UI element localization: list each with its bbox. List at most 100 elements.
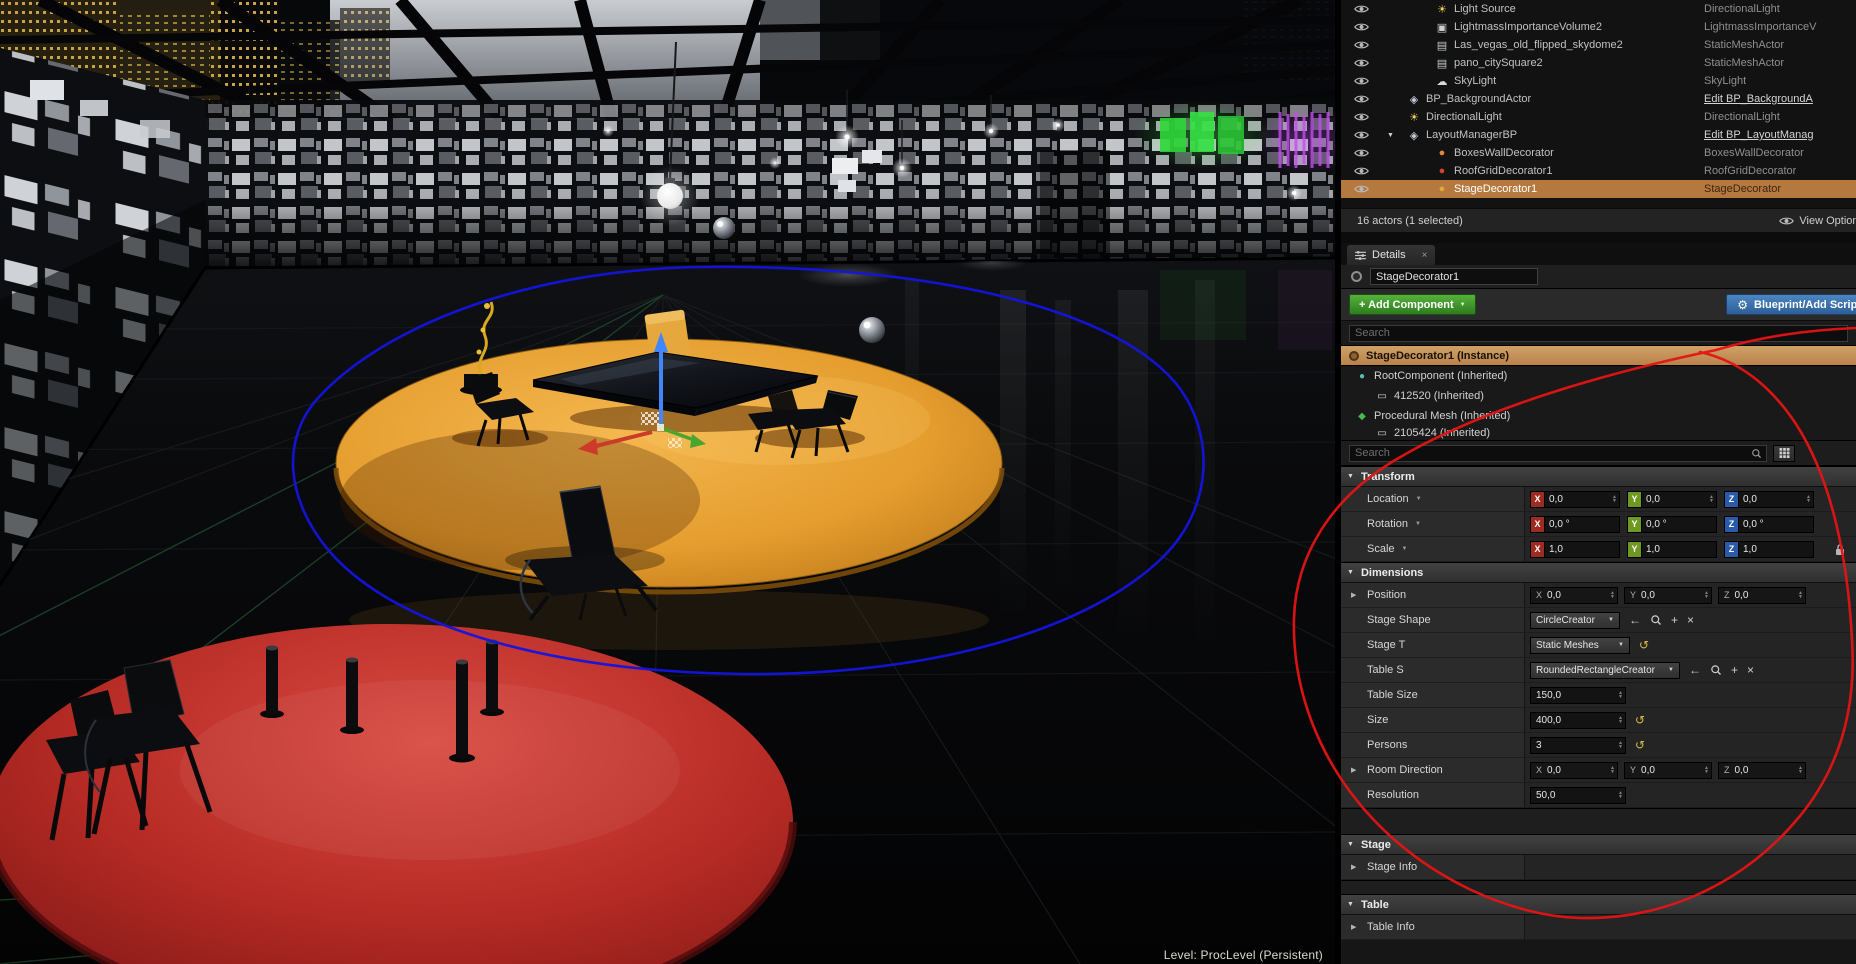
spinner-icon[interactable]: ▲▼ [1618,791,1623,799]
outliner-row-stage-decorator[interactable]: ● StageDecorator1 StageDecorator [1341,180,1856,198]
actor-name[interactable]: pano_citySquare2 [1454,57,1543,69]
add-asset-icon[interactable]: + [1731,663,1738,677]
visibility-eye-icon[interactable] [1354,184,1369,194]
outliner-row-layout-manager[interactable]: ▼ ◈ LayoutManagerBP Edit BP_LayoutManag [1341,126,1856,144]
component-row-root[interactable]: ● RootComponent (Inherited) [1341,366,1856,386]
rotation-z-field[interactable]: 0,0 ° [1738,516,1814,533]
actor-name[interactable]: BP_BackgroundActor [1426,93,1531,105]
visibility-eye-icon[interactable] [1354,40,1369,50]
rotation-x-field[interactable]: 0,0 ° [1544,516,1620,533]
spinner-icon[interactable]: ▲▼ [1798,591,1803,599]
scale-z-field[interactable]: 1,0 [1738,541,1814,558]
close-tab-icon[interactable]: × [1422,250,1428,261]
reset-to-default-icon[interactable]: ↺ [1635,738,1645,752]
stage-shape-dropdown[interactable]: CircleCreator▼ [1530,612,1620,629]
expand-arrow-icon[interactable]: ▶ [1351,766,1356,774]
table-info-label[interactable]: ▶ Table Info [1341,915,1525,939]
visibility-eye-icon[interactable] [1354,76,1369,86]
spinner-icon[interactable]: ▲▼ [1704,766,1709,774]
viewport-3d[interactable]: Level: ProcLevel (Persistent) [0,0,1335,964]
visibility-eye-icon[interactable] [1354,130,1369,140]
visibility-eye-icon[interactable] [1354,58,1369,68]
visibility-eye-icon[interactable] [1354,94,1369,104]
instance-row[interactable]: StageDecorator1 (Instance) [1341,346,1856,366]
component-row-2105424[interactable]: ▭ 2105424 (Inherited) [1341,426,1856,440]
outliner-row-boxes-wall-decorator[interactable]: ● BoxesWallDecorator BoxesWallDecorator [1341,144,1856,162]
edit-blueprint-link[interactable]: Edit BP_BackgroundA [1704,93,1813,105]
location-x-field[interactable]: 0,0▲▼ [1544,491,1620,508]
outliner-row-directional-light[interactable]: ☀ DirectionalLight DirectionalLight [1341,108,1856,126]
outliner-row-skylight[interactable]: ☁ SkyLight SkyLight [1341,72,1856,90]
spinner-icon[interactable]: ▲▼ [1806,495,1811,503]
browse-asset-icon[interactable] [1650,614,1662,626]
lock-icon[interactable] [1835,543,1845,556]
scale-label[interactable]: Scale ▼ [1341,537,1525,561]
use-selected-asset-icon[interactable]: ← [1629,613,1641,627]
persons-field[interactable]: 3▲▼ [1530,737,1626,754]
outliner-row-pano[interactable]: ▤ pano_citySquare2 StaticMeshActor [1341,54,1856,72]
section-header-transform[interactable]: ▼ Transform [1341,466,1856,487]
room-direction-x-field[interactable]: X0,0▲▼ [1530,762,1618,779]
section-header-stage[interactable]: ▼ Stage [1341,834,1856,855]
spinner-icon[interactable]: ▲▼ [1798,766,1803,774]
spinner-icon[interactable]: ▲▼ [1709,495,1714,503]
table-s-dropdown[interactable]: RoundedRectangleCreator▼ [1530,662,1680,679]
actor-name[interactable]: SkyLight [1454,75,1496,87]
actor-name[interactable]: LightmassImportanceVolume2 [1454,21,1602,33]
component-search-input[interactable] [1349,325,1848,342]
position-x-field[interactable]: X0,0▲▼ [1530,587,1618,604]
add-asset-icon[interactable]: + [1671,613,1678,627]
edit-blueprint-link[interactable]: Edit BP_LayoutManag [1704,129,1813,141]
section-header-dimensions[interactable]: ▼ Dimensions [1341,562,1856,583]
expand-arrow-icon[interactable]: ▶ [1351,923,1356,931]
actor-name[interactable]: DirectionalLight [1426,111,1502,123]
visibility-eye-icon[interactable] [1354,22,1369,32]
reset-to-default-icon[interactable]: ↺ [1639,638,1649,652]
location-z-field[interactable]: 0,0▲▼ [1738,491,1814,508]
actor-name-input[interactable] [1370,268,1538,285]
position-label[interactable]: ▶ Position [1341,583,1525,607]
position-y-field[interactable]: Y0,0▲▼ [1624,587,1712,604]
blueprint-add-script-button[interactable]: ⚙ Blueprint/Add Script [1726,294,1856,315]
outliner-row-lightmass-volume[interactable]: ▣ LightmassImportanceVolume2 LightmassIm… [1341,18,1856,36]
rotation-label[interactable]: Rotation ▼ [1341,512,1525,536]
location-label[interactable]: Location ▼ [1341,487,1525,511]
location-y-field[interactable]: 0,0▲▼ [1641,491,1717,508]
outliner-row-light-source[interactable]: ☀ Light Source DirectionalLight [1341,0,1856,18]
visibility-eye-icon[interactable] [1354,166,1369,176]
outliner-row-bp-background[interactable]: ◈ BP_BackgroundActor Edit BP_BackgroundA [1341,90,1856,108]
actor-name[interactable]: Las_vegas_old_flipped_skydome2 [1454,39,1623,51]
actor-name[interactable]: StageDecorator1 [1454,183,1537,195]
resolution-field[interactable]: 50,0▲▼ [1530,787,1626,804]
visibility-eye-icon[interactable] [1354,148,1369,158]
component-row-procedural-mesh[interactable]: ◆ Procedural Mesh (Inherited) [1341,406,1856,426]
visibility-eye-icon[interactable] [1354,4,1369,14]
table-size-field[interactable]: 150,0▲▼ [1530,687,1626,704]
stage-info-label[interactable]: ▶ Stage Info [1341,855,1525,879]
spinner-icon[interactable]: ▲▼ [1610,766,1615,774]
actor-name[interactable]: RoofGridDecorator1 [1454,165,1552,177]
room-direction-z-field[interactable]: Z0,0▲▼ [1718,762,1806,779]
section-header-table[interactable]: ▼ Table [1341,894,1856,915]
actor-name[interactable]: LayoutManagerBP [1426,129,1517,141]
clear-asset-icon[interactable]: × [1747,663,1754,677]
spinner-icon[interactable]: ▲▼ [1610,591,1615,599]
spinner-icon[interactable]: ▲▼ [1704,591,1709,599]
spinner-icon[interactable]: ▲▼ [1618,741,1623,749]
viewport-3d-scene[interactable] [0,0,1335,964]
expand-arrow-icon[interactable]: ▶ [1351,863,1356,871]
outliner-row-roof-grid-decorator[interactable]: ● RoofGridDecorator1 RoofGridDecorator [1341,162,1856,180]
clear-asset-icon[interactable]: × [1687,613,1694,627]
position-z-field[interactable]: Z0,0▲▼ [1718,587,1806,604]
spinner-icon[interactable]: ▲▼ [1618,716,1623,724]
scale-y-field[interactable]: 1,0 [1641,541,1717,558]
spinner-icon[interactable]: ▲▼ [1618,691,1623,699]
outliner-row-skydome[interactable]: ▤ Las_vegas_old_flipped_skydome2 StaticM… [1341,36,1856,54]
expand-arrow-icon[interactable]: ▼ [1387,132,1394,139]
actor-name[interactable]: Light Source [1454,3,1516,15]
actor-name[interactable]: BoxesWallDecorator [1454,147,1554,159]
scale-x-field[interactable]: 1,0 [1544,541,1620,558]
stage-t-dropdown[interactable]: Static Meshes▼ [1530,637,1630,654]
room-direction-label[interactable]: ▶ Room Direction [1341,758,1525,782]
spinner-icon[interactable]: ▲▼ [1612,495,1617,503]
